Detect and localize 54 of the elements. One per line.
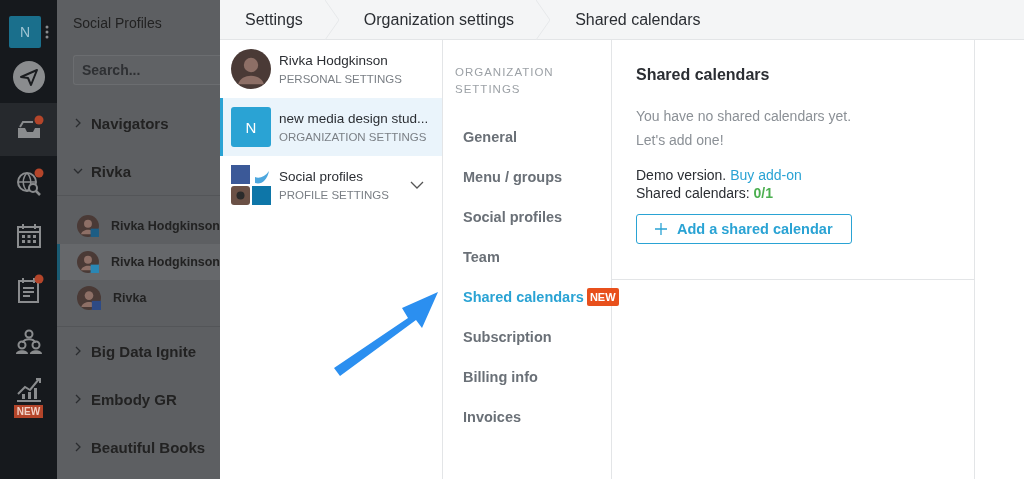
account-subtitle: PROFILE SETTINGS	[279, 188, 389, 202]
account-avatar[interactable]: N	[9, 16, 41, 48]
group-name: Rivka	[91, 162, 132, 180]
account-subtitle: ORGANIZATION SETTINGS	[279, 130, 427, 144]
avatar-icon	[77, 250, 99, 274]
plus-icon	[655, 223, 667, 235]
avatar-icon	[231, 49, 271, 89]
new-badge: NEW	[586, 288, 619, 306]
account-name: Social profiles	[279, 168, 364, 185]
menu-item[interactable]: Shared calendars	[463, 289, 584, 305]
panel-title: Social Profiles	[72, 14, 163, 33]
menu-item[interactable]: Team	[443, 237, 611, 277]
account-row[interactable]: N new media design stud... ORGANIZATION SETTINGS	[220, 98, 442, 156]
menu-item[interactable]: Billing info	[443, 357, 611, 397]
more-icon[interactable]	[45, 25, 49, 39]
account-subtitle: PERSONAL SETTINGS	[279, 72, 402, 86]
profile-row[interactable]: Rivka Hodgkinson	[57, 208, 220, 244]
menu-item[interactable]: Invoices	[443, 397, 611, 437]
organization-avatar: N	[231, 107, 271, 147]
group-name: Beautiful Books	[91, 438, 206, 456]
breadcrumb-link[interactable]: Settings	[220, 0, 325, 39]
group-name: Navigators	[91, 114, 169, 132]
menu-item[interactable]: General	[443, 117, 611, 157]
add-calendar-button[interactable]: Add a shared calendar	[636, 214, 852, 244]
section-title: Shared calendars	[636, 66, 771, 84]
buy-addon-link[interactable]: Buy add-on	[730, 167, 802, 183]
avatar-icon	[77, 214, 99, 238]
nav-item[interactable]	[0, 103, 57, 156]
menu-item[interactable]: Menu / groups	[443, 157, 611, 197]
social-networks-icon	[231, 165, 271, 205]
empty-message: Let's add one!	[636, 131, 725, 150]
account-row[interactable]: Rivka Hodgkinson PERSONAL SETTINGS	[220, 40, 442, 98]
chevron-down-icon[interactable]	[410, 181, 424, 189]
account-name: new media design stud...	[279, 110, 429, 127]
avatar-icon	[77, 286, 101, 310]
group-name: Big Data Ignite	[91, 342, 196, 360]
empty-message: You have no shared calendars yet.	[636, 107, 853, 126]
profile-name: Rivka	[113, 291, 147, 305]
group-name: Embody GR	[91, 390, 177, 408]
demo-notice: Demo version. Buy add-on	[636, 166, 803, 184]
menu-heading: ORGANIZATION SETTINGS	[454, 65, 555, 97]
menu-item[interactable]: Social profiles	[443, 197, 611, 237]
menu-item[interactable]: Subscription	[443, 317, 611, 357]
breadcrumb-link[interactable]: Shared calendars	[550, 0, 723, 39]
nav-item[interactable]: NEW	[0, 368, 57, 421]
send-icon	[12, 60, 45, 93]
profile-name: Rivka Hodgkinson	[110, 255, 220, 269]
profile-row[interactable]: Rivka Hodgkinson	[57, 244, 220, 280]
account-row[interactable]: Social profiles PROFILE SETTINGS	[220, 156, 442, 214]
profile-name: Rivka Hodgkinson	[110, 219, 220, 233]
new-badge: NEW	[13, 404, 44, 418]
calendar-count: Shared calendars: 0/1	[636, 184, 774, 202]
account-name: Rivka Hodgkinson	[279, 52, 388, 69]
breadcrumb-link[interactable]: Organization settings	[338, 0, 537, 39]
